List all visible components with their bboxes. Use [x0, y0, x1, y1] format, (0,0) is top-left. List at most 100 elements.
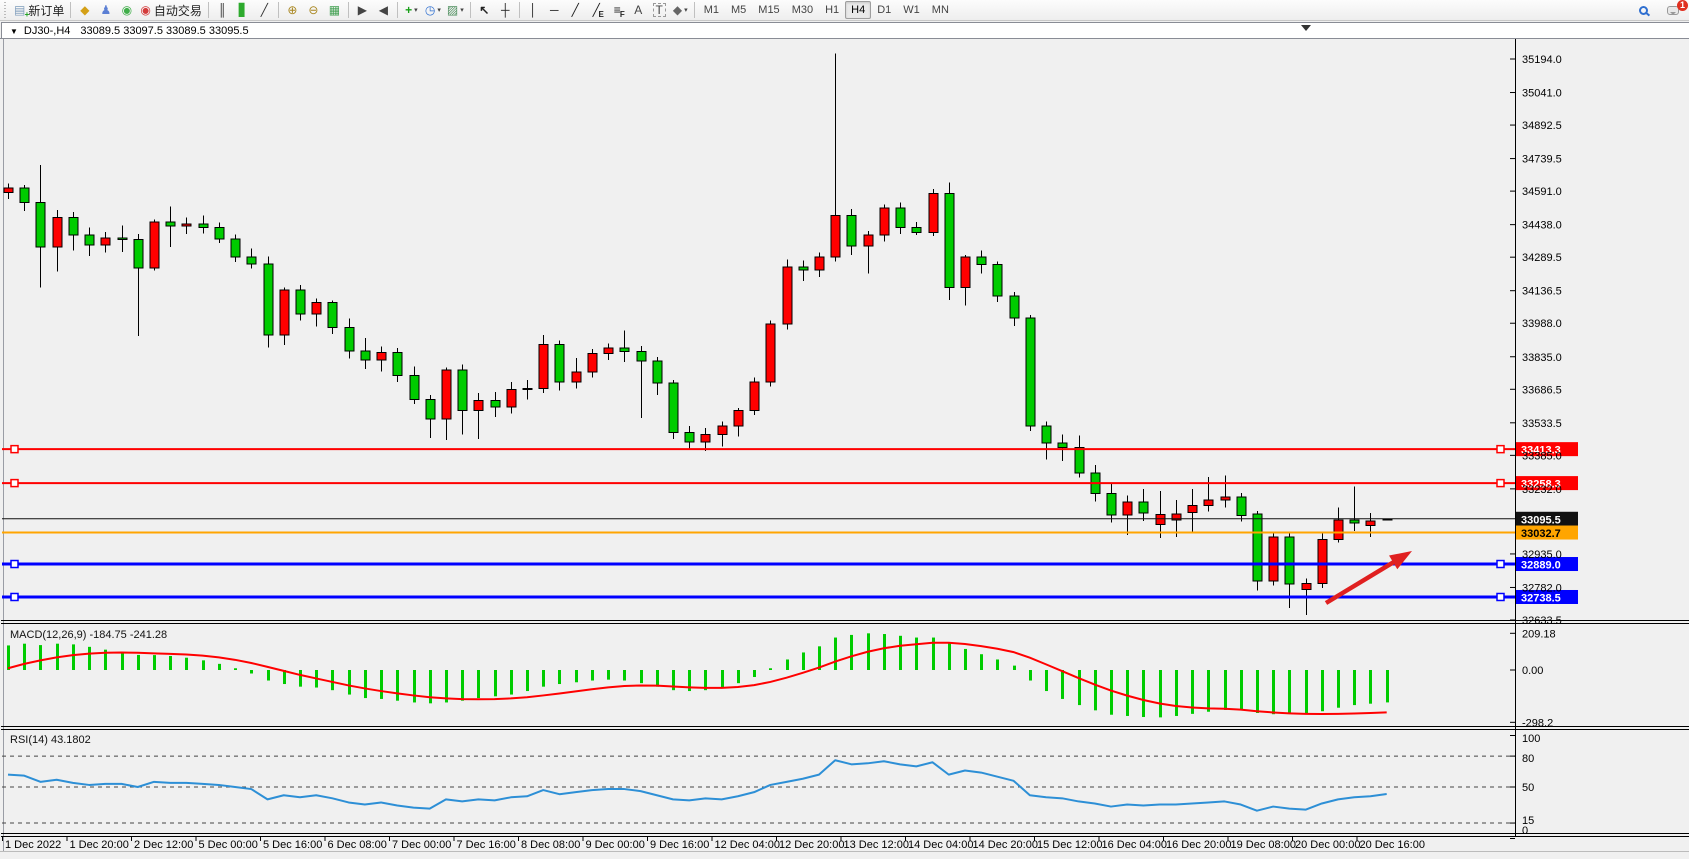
candle-bull — [1156, 515, 1165, 525]
price-tick: 34739.5 — [1522, 154, 1562, 166]
candle-bear — [1058, 443, 1067, 448]
candle-bull — [588, 353, 597, 372]
price-tick: 34136.5 — [1522, 286, 1562, 298]
candle-bear — [847, 215, 856, 246]
hline-handle[interactable] — [11, 446, 18, 453]
candle-bull — [377, 352, 386, 360]
candle-bear — [1107, 494, 1116, 515]
candle-bear — [993, 265, 1002, 296]
candle-bear — [555, 345, 564, 382]
candle-bear — [215, 227, 224, 239]
macd-signal-line — [8, 643, 1387, 714]
trend-arrow[interactable] — [1326, 551, 1412, 603]
candle-bull — [507, 390, 516, 408]
date-tick-label: 1 Dec 2022 — [5, 839, 61, 851]
date-axis: 1 Dec 20221 Dec 20:002 Dec 12:005 Dec 00… — [3, 836, 1425, 851]
price-tick: 35041.0 — [1522, 88, 1562, 100]
price-tick: 33835.0 — [1522, 352, 1562, 364]
candle-bull — [101, 238, 110, 245]
price-tick: 34289.5 — [1522, 252, 1562, 264]
candle-bear — [410, 375, 419, 399]
date-tick-label: 7 Dec 00:00 — [392, 839, 451, 851]
hline-handle[interactable] — [1497, 593, 1504, 600]
date-tick-label: 12 Dec 20:00 — [779, 839, 844, 851]
candle-bull — [572, 372, 581, 382]
macd-axis-tick: 209.18 — [1522, 628, 1556, 640]
candle-bear — [361, 351, 370, 360]
date-tick-label: 16 Dec 20:00 — [1166, 839, 1231, 851]
hline-handle[interactable] — [1497, 561, 1504, 568]
date-tick-label: 16 Dec 04:00 — [1102, 839, 1167, 851]
price-tick: 32633.5 — [1522, 615, 1562, 627]
window-bottom-strip — [0, 851, 1689, 859]
candle-bear — [1010, 296, 1019, 318]
rsi-line — [8, 760, 1387, 810]
candle-bear — [637, 351, 646, 361]
candle-bull — [750, 382, 759, 410]
candle-bear — [458, 370, 467, 411]
candle-bear — [912, 227, 921, 232]
candle-bear — [345, 328, 354, 351]
price-label-text: 32889.0 — [1521, 560, 1561, 572]
price-tick: 32782.0 — [1522, 582, 1562, 594]
macd-indicator-label: MACD(12,26,9) -184.75 -241.28 — [10, 629, 167, 641]
candle-bull — [1123, 502, 1132, 515]
date-tick-label: 9 Dec 00:00 — [586, 839, 645, 851]
chart-canvas[interactable]: 33413.333258.333095.533032.732889.032738… — [0, 0, 1689, 859]
price-tick: 33385.0 — [1522, 450, 1562, 462]
date-tick-label: 14 Dec 20:00 — [973, 839, 1038, 851]
candle-bear — [653, 361, 662, 383]
hline-handle[interactable] — [1497, 480, 1504, 487]
rsi-panel: 1008050150 — [2, 733, 1540, 839]
date-tick-label: 2 Dec 12:00 — [134, 839, 193, 851]
candle-bear — [1075, 448, 1084, 473]
candle-bear — [1285, 537, 1294, 584]
candle-bull — [1269, 537, 1278, 581]
candle-bull — [718, 426, 727, 435]
candle-bear — [166, 222, 175, 226]
rsi-indicator-label: RSI(14) 43.1802 — [10, 734, 91, 746]
candle-bear — [1253, 514, 1262, 581]
candle-bull — [539, 345, 548, 389]
date-tick-label: 12 Dec 04:00 — [715, 839, 780, 851]
candle-bull — [961, 257, 970, 288]
candle-bear — [1237, 497, 1246, 516]
date-tick-label: 5 Dec 00:00 — [199, 839, 258, 851]
date-tick-label: 15 Dec 12:00 — [1037, 839, 1102, 851]
candle-bull — [734, 410, 743, 425]
candle-bull — [312, 303, 321, 314]
candle-bull — [1221, 497, 1230, 500]
price-label-text: 33095.5 — [1521, 514, 1561, 526]
candle-bull — [864, 235, 873, 246]
hline-handle[interactable] — [11, 480, 18, 487]
rsi-axis-tick: 50 — [1522, 782, 1534, 794]
candle-bear — [620, 348, 629, 351]
candle-bull — [1318, 539, 1327, 583]
hline-handle[interactable] — [1497, 446, 1504, 453]
hline-handle[interactable] — [11, 593, 18, 600]
candle-bear — [977, 257, 986, 265]
date-tick-label: 9 Dec 16:00 — [650, 839, 709, 851]
chart-shift-marker[interactable] — [1301, 25, 1311, 31]
trading-app-window: ▤+新订单◆♟◉◉自动交易║▋╱⊕⊖▦▶◀+▾◷▾▨▾↖┼│─╱╱E≡FAT◆▾… — [0, 0, 1689, 859]
candle-bear — [20, 188, 29, 202]
candle-bear — [85, 235, 94, 245]
candle-bull — [766, 324, 775, 382]
price-tick: 35194.0 — [1522, 54, 1562, 66]
macd-axis-tick: 0.00 — [1522, 665, 1543, 677]
candle-bear — [685, 432, 694, 442]
price-tick: 33686.5 — [1522, 384, 1562, 396]
candle-bear — [199, 224, 208, 227]
candle-bear — [36, 202, 45, 247]
date-tick-label: 5 Dec 16:00 — [263, 839, 322, 851]
candle-bull — [815, 257, 824, 270]
price-tick: 33533.5 — [1522, 418, 1562, 430]
macd-axis-tick: -298.2 — [1522, 717, 1553, 729]
date-tick-label: 6 Dec 08:00 — [328, 839, 387, 851]
candle-bear — [1350, 520, 1359, 523]
candle-bull — [53, 218, 62, 248]
candle-bull — [701, 435, 710, 443]
price-tick: 34892.5 — [1522, 120, 1562, 132]
hline-handle[interactable] — [11, 561, 18, 568]
price-tick: 34591.0 — [1522, 186, 1562, 198]
